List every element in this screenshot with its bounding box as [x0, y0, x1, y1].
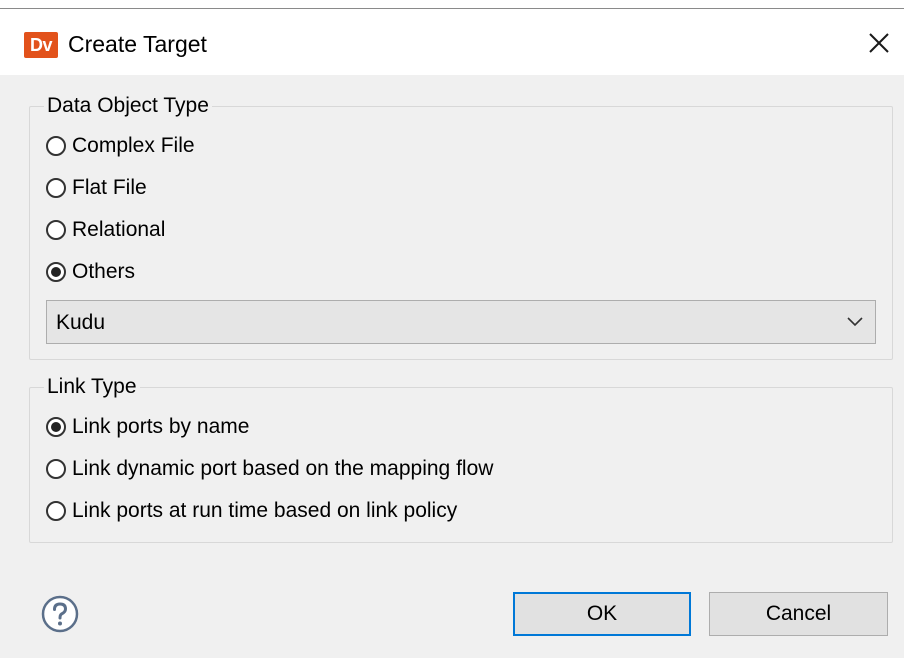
radio-relational[interactable]: Relational	[46, 215, 165, 245]
link-type-legend: Link Type	[44, 374, 140, 400]
close-button[interactable]	[856, 19, 900, 67]
radio-label: Complex File	[72, 134, 195, 157]
radio-button[interactable]	[46, 178, 66, 198]
data-object-type-legend: Data Object Type	[44, 93, 212, 119]
create-target-dialog: Dv Create Target Data Object Type Comple…	[0, 0, 904, 658]
ok-button[interactable]: OK	[513, 592, 691, 636]
radio-button-selected[interactable]	[46, 262, 66, 282]
radio-label: Others	[72, 260, 136, 283]
radio-link-ports-at-run-time[interactable]: Link ports at run time based on link pol…	[46, 496, 457, 526]
radio-button[interactable]	[46, 501, 66, 521]
radio-complex-file[interactable]: Complex File	[46, 131, 195, 161]
cancel-button[interactable]: Cancel	[709, 592, 888, 636]
title-bar: Dv Create Target	[0, 9, 904, 75]
dialog-title: Create Target	[68, 31, 207, 57]
chevron-down-icon	[847, 317, 863, 327]
radio-others[interactable]: Others	[46, 257, 135, 287]
radio-button[interactable]	[46, 220, 66, 240]
radio-label: Link dynamic port based on the mapping f…	[72, 457, 494, 480]
radio-label: Link ports at run time based on link pol…	[72, 499, 458, 522]
radio-label: Link ports by name	[72, 415, 250, 438]
help-question-icon[interactable]	[40, 594, 80, 634]
radio-label: Relational	[72, 218, 166, 241]
close-icon	[869, 33, 889, 53]
background-strip	[0, 0, 904, 9]
radio-button-selected[interactable]	[46, 417, 66, 437]
radio-label: Flat File	[72, 176, 147, 199]
radio-link-ports-by-name[interactable]: Link ports by name	[46, 412, 249, 442]
app-logo-icon: Dv	[24, 32, 58, 58]
radio-button[interactable]	[46, 459, 66, 479]
radio-button[interactable]	[46, 136, 66, 156]
others-type-dropdown[interactable]: Kudu	[46, 300, 876, 344]
radio-flat-file[interactable]: Flat File	[46, 173, 147, 203]
dropdown-selected-value: Kudu	[56, 311, 106, 334]
radio-link-dynamic-port[interactable]: Link dynamic port based on the mapping f…	[46, 454, 493, 484]
